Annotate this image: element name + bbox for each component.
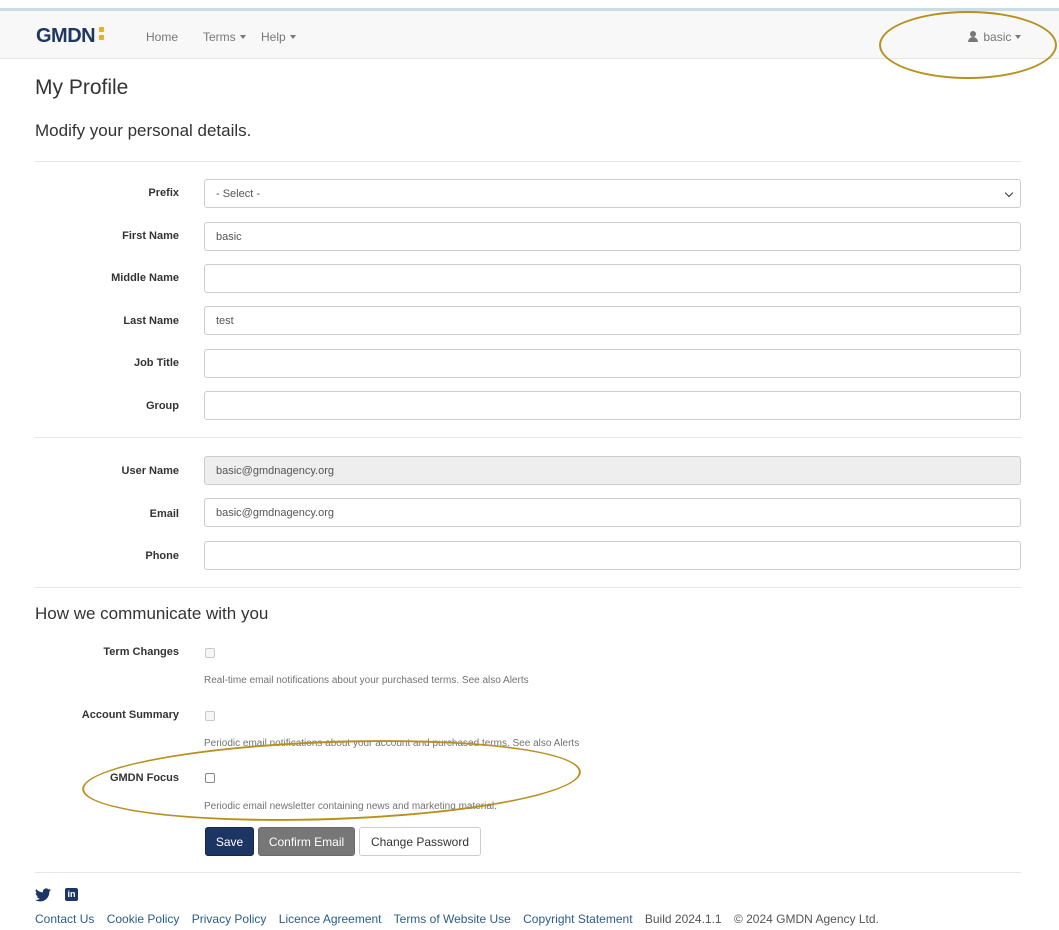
brand-mark-icon <box>97 25 107 43</box>
divider <box>35 872 1021 873</box>
last-name-field[interactable] <box>204 306 1021 335</box>
group-field[interactable] <box>204 391 1021 420</box>
job-title-label: Job Title <box>133 357 179 369</box>
user-menu-dropdown[interactable]: basic <box>968 30 1022 44</box>
nav-help-label: Help <box>261 30 286 44</box>
navbar: GMDN Home Terms Help basic <box>0 11 1059 59</box>
footer-links: Contact Us Cookie Policy Privacy Policy … <box>35 912 888 926</box>
prefix-label: Prefix <box>148 187 179 199</box>
prefix-select[interactable]: - Select - <box>204 179 1021 208</box>
email-field[interactable] <box>204 498 1021 527</box>
caret-down-icon <box>239 35 246 39</box>
page-subtitle: Modify your personal details. <box>35 121 252 140</box>
caret-down-icon <box>1015 35 1022 39</box>
account-summary-label: Account Summary <box>81 709 179 721</box>
term-changes-help: Real-time email notifications about your… <box>204 675 529 686</box>
top-strip <box>0 0 1059 11</box>
communication-heading: How we communicate with you <box>35 604 269 623</box>
nav-terms-label: Terms <box>203 30 236 44</box>
first-name-label: First Name <box>122 230 179 242</box>
footer-contact-us-link[interactable]: Contact Us <box>35 912 94 926</box>
user-name-field[interactable] <box>204 456 1021 485</box>
footer-privacy-policy-link[interactable]: Privacy Policy <box>192 912 267 926</box>
nav-home-link[interactable]: Home <box>146 30 178 44</box>
user-menu-label: basic <box>983 30 1012 44</box>
account-summary-help: Periodic email notifications about your … <box>204 738 580 749</box>
gmdn-focus-checkbox[interactable] <box>205 773 215 783</box>
gmdn-focus-label: GMDN Focus <box>109 772 179 784</box>
page-title: My Profile <box>35 76 129 99</box>
footer-build: Build 2024.1.1 <box>644 912 722 926</box>
save-button[interactable]: Save <box>205 827 254 856</box>
brand-logo[interactable]: GMDN <box>36 25 107 47</box>
middle-name-label: Middle Name <box>111 272 179 284</box>
twitter-icon[interactable] <box>35 888 51 902</box>
phone-label: Phone <box>145 550 179 562</box>
brand-text: GMDN <box>36 25 96 47</box>
footer-terms-of-website-use-link[interactable]: Terms of Website Use <box>394 912 511 926</box>
email-label: Email <box>149 508 179 520</box>
user-icon <box>968 31 978 42</box>
group-label: Group <box>146 400 179 412</box>
nav-help-dropdown[interactable]: Help <box>261 30 296 44</box>
linkedin-icon[interactable]: in <box>65 888 78 901</box>
term-changes-label: Term Changes <box>103 646 179 658</box>
phone-field[interactable] <box>204 541 1021 570</box>
middle-name-field[interactable] <box>204 264 1021 293</box>
nav-terms-dropdown[interactable]: Terms <box>203 30 246 44</box>
footer-licence-agreement-link[interactable]: Licence Agreement <box>279 912 382 926</box>
footer-copyright: © 2024 GMDN Agency Ltd. <box>733 912 879 926</box>
footer-cookie-policy-link[interactable]: Cookie Policy <box>107 912 180 926</box>
last-name-label: Last Name <box>123 315 179 327</box>
divider <box>35 161 1021 162</box>
gmdn-focus-help: Periodic email newsletter containing new… <box>204 801 497 812</box>
footer-copyright-statement-link[interactable]: Copyright Statement <box>523 912 632 926</box>
confirm-email-button[interactable]: Confirm Email <box>258 827 355 856</box>
account-summary-checkbox[interactable] <box>205 711 215 721</box>
job-title-field[interactable] <box>204 349 1021 378</box>
user-name-label: User Name <box>121 465 179 477</box>
caret-down-icon <box>289 35 296 39</box>
first-name-field[interactable] <box>204 222 1021 251</box>
change-password-button[interactable]: Change Password <box>359 827 481 856</box>
divider <box>35 437 1021 438</box>
term-changes-checkbox[interactable] <box>205 648 215 658</box>
divider <box>35 587 1021 588</box>
